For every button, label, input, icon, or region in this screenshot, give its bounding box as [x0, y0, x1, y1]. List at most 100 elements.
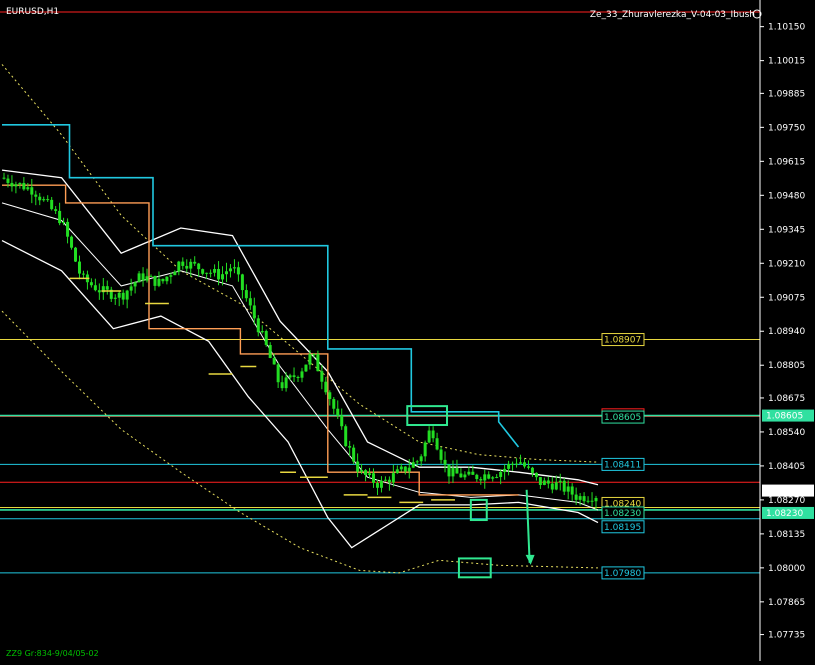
candle-body-108	[431, 430, 435, 439]
candle-body-145	[578, 496, 582, 500]
candle-body-28	[113, 297, 117, 299]
candle-body-105	[419, 456, 423, 462]
candle-body-97	[387, 479, 391, 483]
candle-body-65	[260, 331, 264, 333]
candle-body-3	[14, 184, 18, 187]
candle-body-80	[320, 371, 324, 382]
candle-body-46	[185, 265, 189, 269]
candle-body-93	[372, 473, 376, 483]
candle-body-87	[348, 446, 352, 448]
candle-body-86	[344, 426, 348, 447]
chart-root[interactable]: 1.089071.086021.086051.084111.082401.082…	[0, 0, 815, 661]
candle-body-118	[471, 471, 475, 475]
candle-body-122	[487, 474, 491, 479]
candle-body-73	[292, 375, 296, 377]
price-level-label-0: 1.08907	[604, 336, 641, 346]
candle-body-66	[264, 331, 268, 345]
candle-body-124	[495, 476, 499, 478]
candle-body-120	[479, 479, 483, 481]
candle-body-132	[526, 466, 530, 468]
candle-body-17	[70, 236, 74, 248]
price-level-label-5: 1.08230	[604, 509, 641, 519]
y-tick-label-12: 1.08540	[768, 428, 805, 438]
candle-body-123	[491, 477, 495, 479]
candle-body-11	[46, 199, 50, 201]
candle-body-109	[435, 438, 439, 450]
candle-body-43	[173, 271, 177, 276]
candle-body-148	[590, 500, 594, 502]
candle-body-33	[133, 282, 137, 287]
candle-body-88	[352, 447, 356, 462]
candle-body-131	[522, 462, 526, 467]
candle-body-99	[395, 469, 399, 474]
candle-body-128	[511, 463, 515, 465]
candle-body-115	[459, 473, 463, 478]
candle-body-52	[209, 272, 213, 274]
y-tick-label-5: 1.09480	[768, 191, 805, 201]
candle-body-48	[193, 261, 197, 264]
y-tick-label-8: 1.09075	[768, 293, 805, 303]
candle-body-103	[411, 462, 415, 468]
candle-body-31	[125, 290, 129, 300]
y-tick-label-7: 1.09210	[768, 259, 805, 269]
candle-body-14	[58, 210, 62, 224]
y-tick-label-3: 1.09750	[768, 123, 805, 133]
candle-body-7	[30, 187, 34, 195]
y-tick-label-15: 1.08135	[768, 530, 805, 540]
candle-body-149	[594, 497, 598, 502]
candle-body-138	[550, 483, 554, 490]
candle-body-4	[18, 182, 22, 185]
candle-body-64	[256, 318, 260, 333]
candle-body-55	[221, 274, 225, 280]
candle-body-37	[149, 275, 153, 277]
candle-body-59	[236, 267, 240, 275]
symbol-title: EURUSD,H1	[6, 7, 59, 17]
y-tick-label-4: 1.09615	[768, 157, 805, 167]
candle-body-61	[244, 290, 248, 299]
candle-body-114	[455, 467, 459, 474]
candle-body-22	[89, 282, 93, 286]
candle-body-77	[308, 354, 312, 365]
candle-body-63	[252, 305, 256, 319]
y-tick-label-13: 1.08405	[768, 462, 805, 472]
dotted-upper-line	[1, 64, 599, 463]
y-tick-label-17: 1.07865	[768, 598, 805, 608]
candle-body-81	[324, 381, 328, 393]
candle-body-49	[197, 263, 201, 270]
candle-body-47	[189, 261, 193, 269]
candle-body-78	[312, 354, 316, 356]
candle-body-15	[62, 221, 66, 224]
candle-body-102	[407, 467, 411, 472]
price-level-label-6: 1.08195	[604, 523, 641, 533]
candle-body-91	[364, 470, 368, 476]
candle-body-34	[137, 273, 141, 283]
candle-body-74	[296, 376, 300, 378]
candle-body-13	[54, 209, 58, 211]
candle-body-0	[2, 177, 6, 179]
candle-body-126	[503, 468, 507, 472]
candle-body-38	[153, 275, 157, 286]
candle-body-9	[38, 196, 42, 201]
candle-body-12	[50, 199, 54, 210]
candle-body-104	[415, 461, 419, 463]
down-arrow-shaft	[525, 489, 531, 563]
candle-body-139	[554, 482, 558, 490]
candle-body-56	[224, 271, 228, 275]
candle-body-36	[145, 276, 149, 281]
candle-body-76	[304, 364, 308, 372]
y-tick-label-6: 1.09345	[768, 225, 805, 235]
candle-body-40	[161, 278, 165, 282]
candle-body-100	[399, 466, 403, 470]
candle-body-83	[332, 399, 336, 409]
price-chart[interactable]: 1.089071.086021.086051.084111.082401.082…	[0, 0, 815, 661]
candle-body-144	[574, 494, 578, 500]
price-level-label-3: 1.08411	[604, 460, 641, 470]
candle-body-1	[6, 178, 10, 183]
candle-body-67	[268, 344, 272, 358]
candle-body-35	[141, 273, 145, 281]
price-level-label-2: 1.08605	[604, 413, 641, 423]
candle-body-112	[447, 464, 451, 477]
candle-body-20	[81, 273, 85, 275]
candle-body-70	[280, 382, 284, 389]
price-level-label-7: 1.07980	[604, 569, 641, 579]
